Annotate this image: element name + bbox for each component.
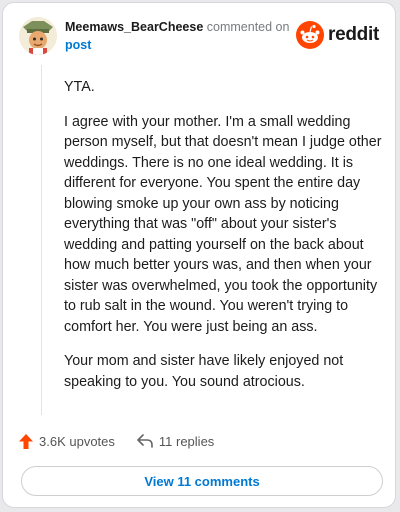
reddit-wordmark: reddit: [328, 24, 379, 45]
user-avatar[interactable]: [19, 17, 57, 55]
reddit-alien-icon: [296, 21, 325, 49]
comment-header: Meemaws_BearCheese commented on post red…: [19, 17, 379, 57]
action-text: commented on: [206, 20, 290, 34]
comment-body: YTA. I agree with your mother. I'm a sma…: [64, 77, 384, 406]
comment-thread-line: YTA. I agree with your mother. I'm a sma…: [41, 65, 381, 415]
comment-meta: Meemaws_BearCheese commented on post: [65, 19, 305, 54]
upvote-button[interactable]: 3.6K upvotes: [19, 433, 115, 449]
avatar-icon: [19, 17, 57, 55]
comment-paragraph: Your mom and sister have likely enjoyed …: [64, 353, 344, 390]
reddit-logo[interactable]: reddit: [296, 20, 379, 50]
upvote-arrow-icon: [19, 433, 33, 449]
username-link[interactable]: Meemaws_BearCheese: [65, 20, 203, 34]
comment-actions: 3.6K upvotes 11 replies: [19, 431, 236, 451]
replies-button[interactable]: 11 replies: [137, 434, 214, 449]
comment-paragraph: I agree with your mother. I'm a small we…: [64, 113, 382, 335]
upvote-count: 3.6K upvotes: [39, 433, 115, 449]
view-comments-button[interactable]: View 11 comments: [21, 466, 383, 496]
reply-count: 11 replies: [158, 433, 215, 449]
comment-paragraph: YTA.: [64, 79, 95, 95]
post-link[interactable]: post: [65, 37, 305, 54]
comment-card: Meemaws_BearCheese commented on post red…: [2, 2, 396, 508]
reply-arrow-icon: [137, 434, 153, 448]
